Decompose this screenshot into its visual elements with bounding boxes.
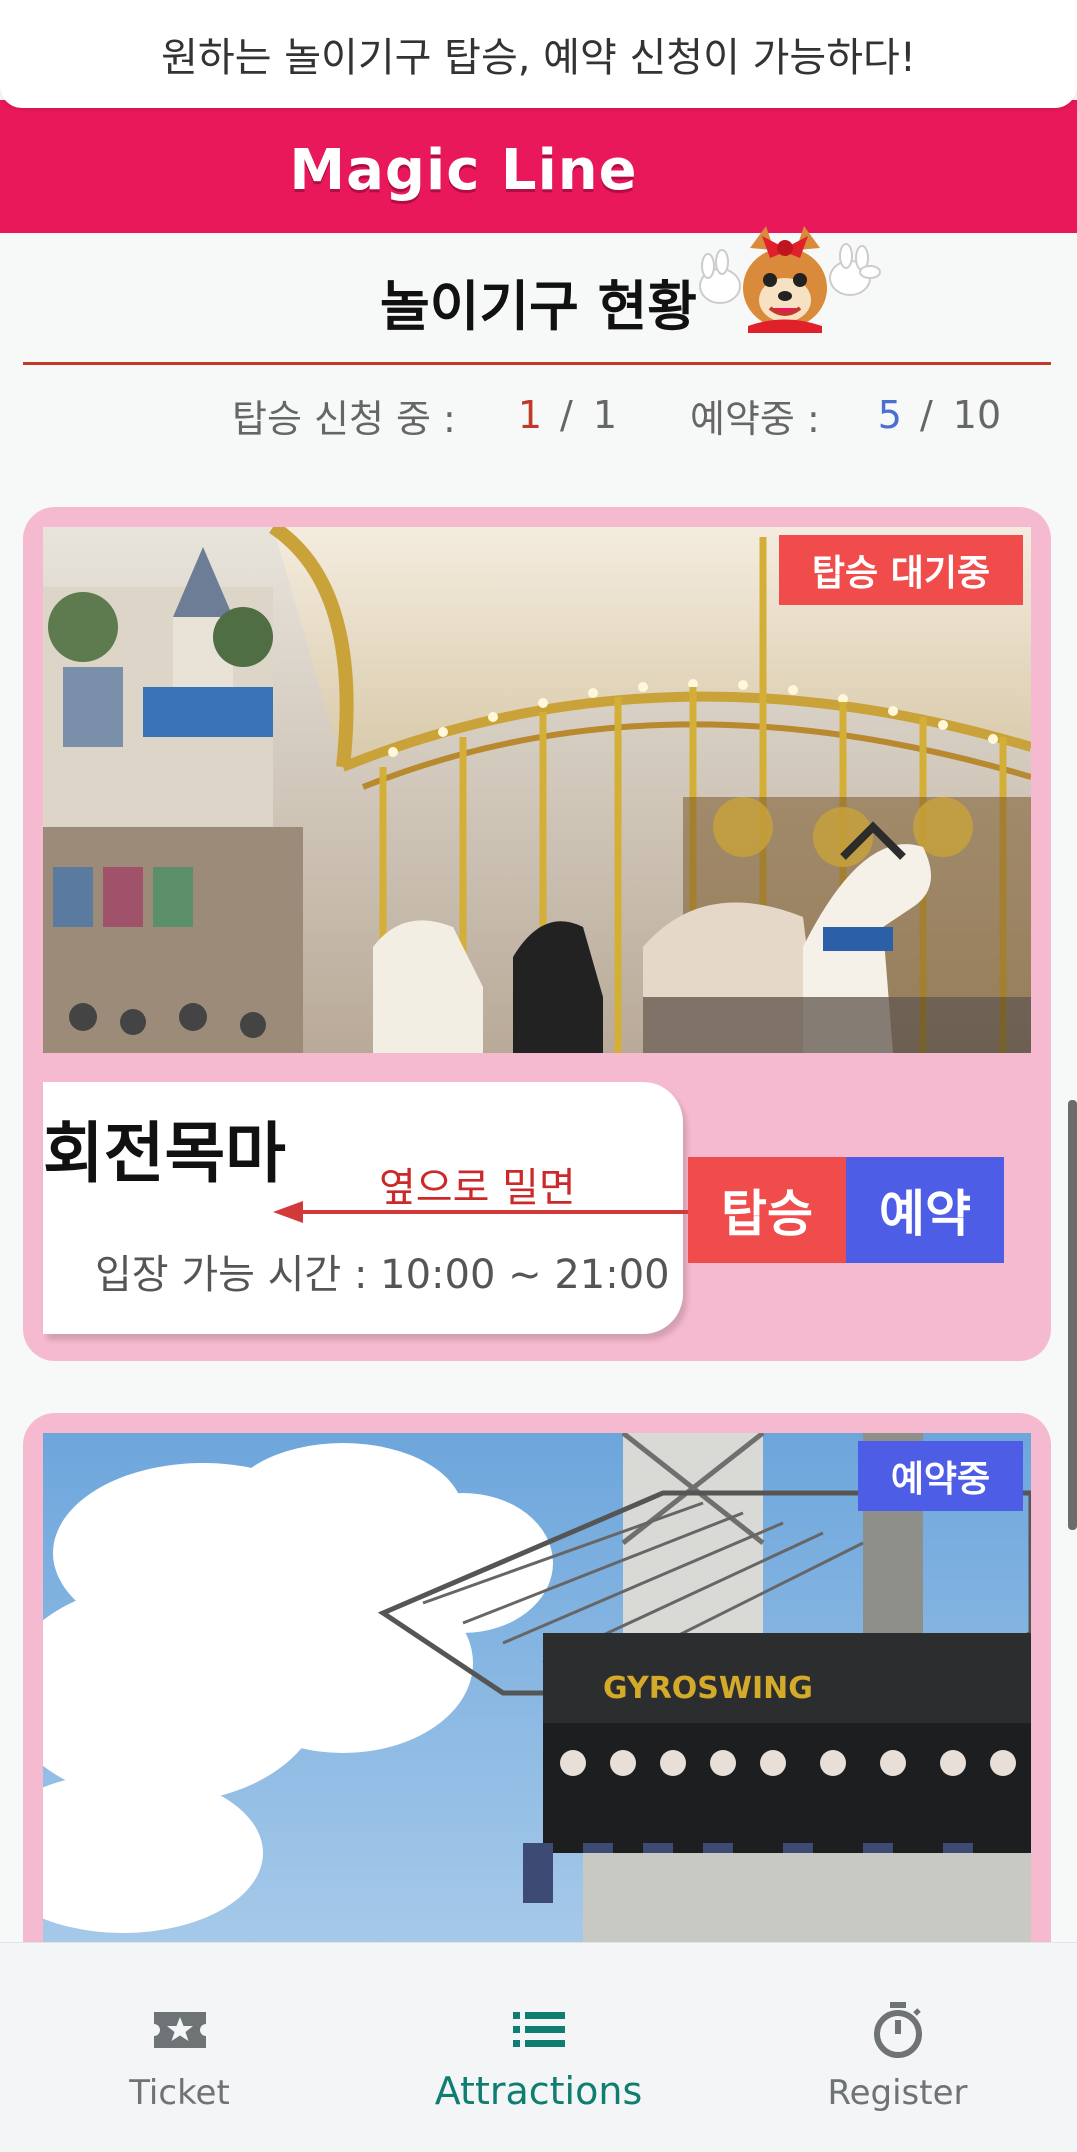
nav-tab-register[interactable]: Register [718, 1943, 1077, 2152]
scrollbar[interactable] [1068, 1100, 1077, 1530]
ride-request-stat: 탑승 신청 중 : 1 / 1 [232, 385, 617, 445]
attraction-photo [43, 527, 1031, 1053]
swipe-arrow-icon [273, 1201, 703, 1223]
reservation-count: 5 [877, 393, 902, 437]
brand-header: Magic Line [0, 100, 1077, 333]
ride-request-sep: / [560, 393, 573, 437]
reserve-button[interactable]: 예약 [846, 1157, 1004, 1263]
ride-request-count: 1 [517, 393, 543, 437]
ride-request-label: 탑승 신청 중 : [232, 396, 456, 441]
nav-label-register: Register [827, 2073, 968, 2113]
status-badge: 탑승 대기중 [779, 535, 1023, 605]
mascot-icon [699, 226, 881, 333]
nav-label-ticket: Ticket [129, 2073, 230, 2113]
attraction-card[interactable]: GYROSWING 예약중 [23, 1413, 1051, 1973]
title-divider [23, 362, 1051, 365]
app-screen: 원하는 놀이기구 탑승, 예약 신청이 가능하다! Magic Line 놀이기… [0, 0, 1077, 2152]
reservation-sep: / [919, 393, 933, 437]
notice-text: 원하는 놀이기구 탑승, 예약 신청이 가능하다! [161, 35, 916, 81]
reservation-label: 예약중 : [690, 396, 820, 441]
attraction-card[interactable]: 탑승 대기중 회전목마 입장 가능 시간 : 10:00 ~ 21:00 옆으로… [23, 507, 1051, 1361]
stopwatch-icon [869, 2001, 927, 2059]
page-title: 놀이기구 현황 [380, 275, 697, 338]
attraction-photo: GYROSWING [43, 1433, 1031, 1973]
nav-tab-ticket[interactable]: Ticket [0, 1943, 359, 2152]
nav-label-attractions: Attractions [434, 2069, 643, 2113]
bottom-navigation: Ticket Attractions Register [0, 1942, 1077, 2152]
operating-hours: 입장 가능 시간 : 10:00 ~ 21:00 [95, 1252, 670, 1298]
svg-text:GYROSWING: GYROSWING [603, 1671, 813, 1706]
reservation-max: 10 [952, 393, 1002, 437]
ride-request-max: 1 [592, 393, 618, 437]
carousel-illustration [43, 527, 1031, 1053]
reservation-stat: 예약중 : 5 / 10 [690, 385, 1001, 445]
ride-button[interactable]: 탑승 [688, 1157, 846, 1263]
status-badge: 예약중 [858, 1441, 1023, 1511]
notice-banner: 원하는 놀이기구 탑승, 예약 신청이 가능하다! [0, 0, 1077, 108]
drop-tower-illustration: GYROSWING [43, 1433, 1031, 1973]
list-icon [510, 2001, 568, 2059]
brand-logo-text: Magic Line [289, 138, 638, 203]
attraction-name: 회전목마 [43, 1115, 286, 1192]
ticket-star-icon [151, 2001, 209, 2059]
nav-tab-attractions[interactable]: Attractions [359, 1943, 718, 2152]
